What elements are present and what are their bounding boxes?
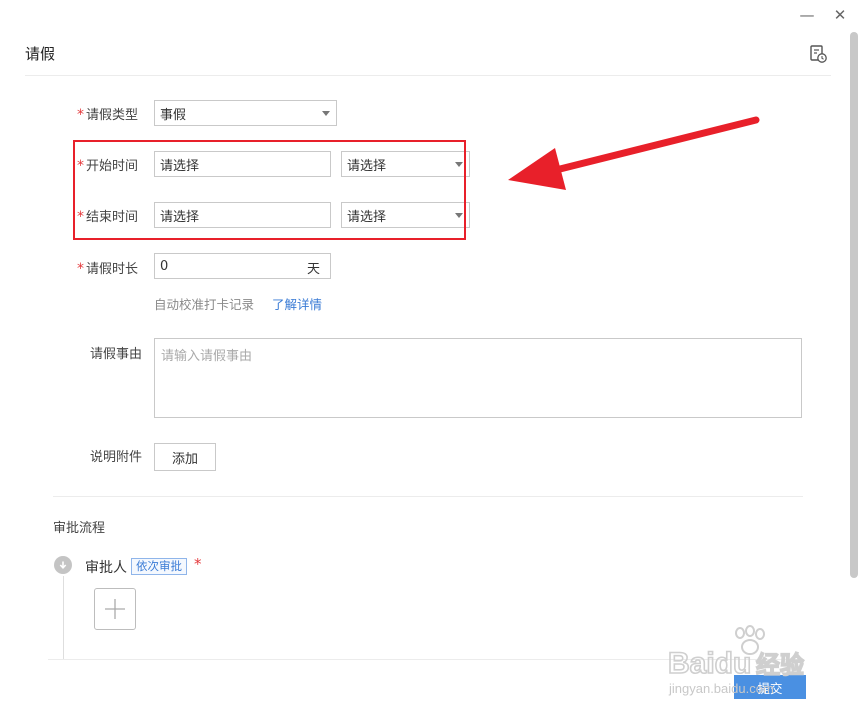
- plus-icon: [105, 599, 125, 619]
- attachment-label: 说明附件: [90, 450, 143, 465]
- minimize-button[interactable]: —: [796, 4, 818, 26]
- page-title: 请假: [25, 45, 56, 63]
- required-star: *: [77, 158, 84, 174]
- start-period-select[interactable]: 请选择: [341, 151, 470, 177]
- start-time-label: * 开始时间: [77, 158, 139, 174]
- history-doc-icon[interactable]: [808, 44, 828, 64]
- duration-unit: 天: [306, 262, 320, 277]
- end-date-placeholder: 请选择: [160, 209, 200, 225]
- required-star: *: [194, 555, 202, 573]
- footer-divider: [48, 659, 804, 660]
- duration-input[interactable]: 0 天: [154, 253, 331, 279]
- approver-label: 审批人: [85, 560, 127, 576]
- start-date-placeholder: 请选择: [160, 158, 200, 174]
- close-button[interactable]: ✕: [829, 4, 851, 26]
- add-approver-button[interactable]: [94, 588, 136, 630]
- scrollbar-thumb[interactable]: [850, 32, 858, 578]
- reason-placeholder: 请输入请假事由: [161, 349, 253, 364]
- learn-more-link[interactable]: 了解详情: [272, 294, 322, 313]
- required-star: *: [77, 261, 84, 277]
- reason-textarea[interactable]: 请输入请假事由: [154, 338, 802, 418]
- duration-value: 0: [160, 258, 169, 274]
- sequential-approval-tag: 依次审批: [131, 558, 187, 575]
- section-divider: [53, 496, 803, 497]
- duration-label: * 请假时长: [77, 261, 139, 277]
- timeline-line: [63, 576, 64, 660]
- auto-calibrate-hint: 自动校准打卡记录: [154, 297, 255, 312]
- start-date-input[interactable]: 请选择: [154, 151, 331, 177]
- end-period-placeholder: 请选择: [347, 209, 387, 225]
- add-attachment-button[interactable]: 添加: [154, 443, 216, 471]
- required-star: *: [77, 209, 84, 225]
- chevron-down-icon: [455, 161, 463, 167]
- annotation-arrow-icon: [508, 116, 760, 190]
- chevron-down-icon: [455, 212, 463, 218]
- leave-type-select[interactable]: 事假: [154, 100, 337, 126]
- leave-type-value: 事假: [160, 107, 187, 123]
- leave-type-label: * 请假类型: [77, 107, 139, 123]
- required-star: *: [77, 107, 84, 123]
- submit-button[interactable]: 提交: [734, 675, 806, 699]
- chevron-down-icon: [322, 110, 330, 116]
- reason-label: 请假事由: [90, 347, 143, 362]
- start-period-placeholder: 请选择: [347, 158, 387, 174]
- approval-section-title: 审批流程: [53, 521, 106, 536]
- end-date-input[interactable]: 请选择: [154, 202, 331, 228]
- step-down-icon: [54, 556, 72, 574]
- dialog-header: 请假: [0, 30, 845, 76]
- header-divider: [25, 75, 831, 76]
- end-period-select[interactable]: 请选择: [341, 202, 470, 228]
- end-time-label: * 结束时间: [77, 209, 139, 225]
